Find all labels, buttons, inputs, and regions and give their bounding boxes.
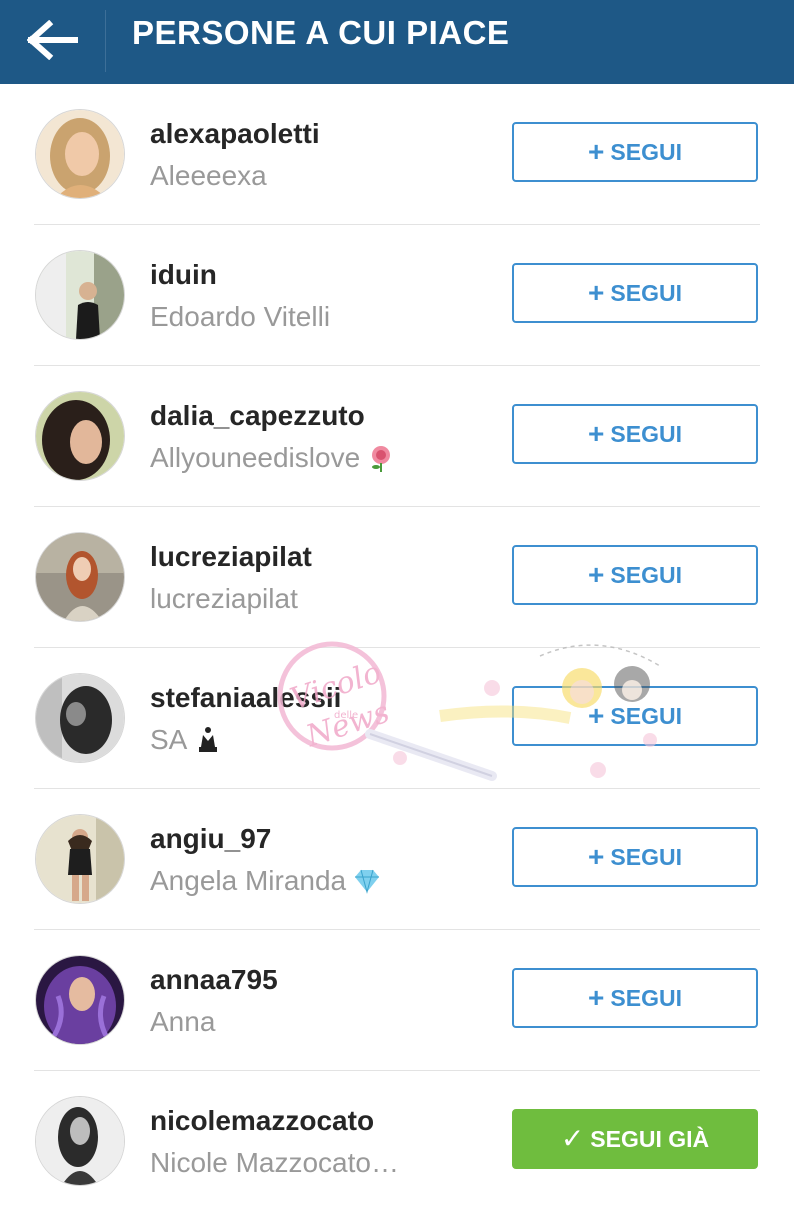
follow-button[interactable]: + SEGUI — [512, 263, 758, 323]
avatar[interactable] — [36, 674, 124, 762]
list-item[interactable]: stefaniaalessii SA + SEGUI — [0, 648, 794, 789]
rose-icon — [366, 443, 396, 473]
avatar[interactable] — [36, 956, 124, 1044]
follow-button[interactable]: + SEGUI — [512, 545, 758, 605]
full-name: Nicole Mazzocato… — [150, 1147, 399, 1178]
plus-icon: + — [588, 136, 605, 167]
username[interactable]: iduin — [150, 259, 217, 291]
header-divider — [105, 10, 106, 72]
full-name: Edoardo Vitelli — [150, 301, 331, 332]
follow-button[interactable]: + SEGUI — [512, 122, 758, 182]
app-header: PERSONE A CUI PIACE — [0, 0, 794, 84]
plus-icon: + — [588, 841, 605, 872]
username[interactable]: alexapaoletti — [150, 118, 320, 150]
list-item[interactable]: nicolemazzocato Nicole Mazzocato… ✓ SEGU… — [0, 1071, 794, 1212]
follow-button[interactable]: + SEGUI — [512, 404, 758, 464]
list-item[interactable]: iduin Edoardo Vitelli + SEGUI — [0, 225, 794, 366]
avatar[interactable] — [36, 251, 124, 339]
plus-icon: + — [588, 418, 605, 449]
avatar[interactable] — [36, 110, 124, 198]
avatar[interactable] — [36, 533, 124, 621]
plus-icon: + — [588, 700, 605, 731]
full-name: Anna — [150, 1006, 216, 1037]
full-name: SA — [150, 724, 223, 756]
full-name: Angela Miranda — [150, 865, 382, 897]
full-name: lucreziapilat — [150, 583, 298, 614]
avatar[interactable] — [36, 392, 124, 480]
follow-button[interactable]: + SEGUI — [512, 968, 758, 1028]
username[interactable]: annaa795 — [150, 964, 278, 996]
gem-icon — [352, 866, 382, 896]
avatar[interactable] — [36, 1097, 124, 1185]
username[interactable]: lucreziapilat — [150, 541, 312, 573]
list-item[interactable]: lucreziapilat lucreziapilat + SEGUI — [0, 507, 794, 648]
follow-button[interactable]: + SEGUI — [512, 827, 758, 887]
list-item[interactable]: annaa795 Anna + SEGUI — [0, 930, 794, 1071]
username[interactable]: nicolemazzocato — [150, 1105, 374, 1137]
username[interactable]: dalia_capezzuto — [150, 400, 365, 432]
username[interactable]: stefaniaalessii — [150, 682, 341, 714]
avatar[interactable] — [36, 815, 124, 903]
full-name: Aleeeexa — [150, 160, 267, 191]
username[interactable]: angiu_97 — [150, 823, 271, 855]
arrow-left-icon — [26, 19, 79, 65]
likers-list: alexapaoletti Aleeeexa + SEGUI iduin Edo… — [0, 84, 794, 1212]
plus-icon: + — [588, 559, 605, 590]
following-button[interactable]: ✓ SEGUI GIÀ — [512, 1109, 758, 1169]
check-icon: ✓ — [560, 1123, 585, 1154]
list-item[interactable]: dalia_capezzuto Allyouneedislove + SEGUI — [0, 366, 794, 507]
chess-queen-icon — [193, 725, 223, 755]
list-item[interactable]: angiu_97 Angela Miranda + SEGUI — [0, 789, 794, 930]
plus-icon: + — [588, 277, 605, 308]
back-button[interactable] — [0, 0, 106, 84]
full-name: Allyouneedislove — [150, 442, 396, 474]
list-item[interactable]: alexapaoletti Aleeeexa + SEGUI — [0, 84, 794, 225]
follow-button[interactable]: + SEGUI — [512, 686, 758, 746]
plus-icon: + — [588, 982, 605, 1013]
page-title: PERSONE A CUI PIACE — [132, 14, 510, 51]
